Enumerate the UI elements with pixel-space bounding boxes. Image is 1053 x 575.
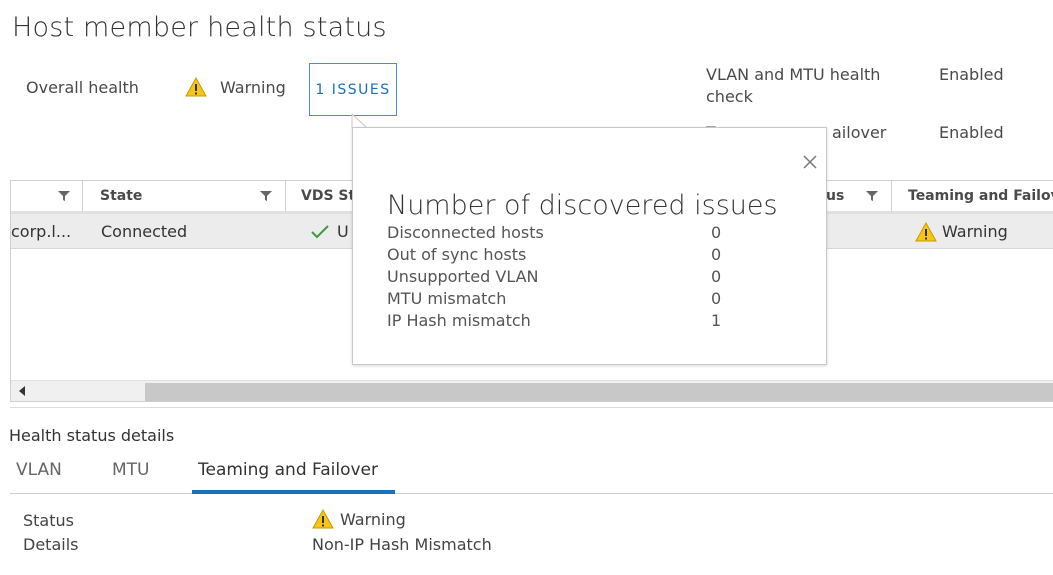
- issue-label: Disconnected hosts: [387, 223, 544, 242]
- column-header-teaming[interactable]: Teaming and Failov..: [908, 181, 1053, 211]
- issue-label: MTU mismatch: [387, 289, 507, 308]
- popover-title: Number of discovered issues: [387, 190, 778, 221]
- page-title: Host member health status: [12, 12, 387, 43]
- cell-state: Connected: [101, 222, 188, 241]
- section-divider: [10, 407, 1053, 408]
- checkmark-icon: [311, 224, 329, 238]
- vlan-mtu-check-label-line2: check: [706, 87, 753, 106]
- details-label: Details: [23, 535, 79, 554]
- overall-health-status: Warning: [220, 78, 286, 97]
- tab-teaming-failover[interactable]: Teaming and Failover: [198, 460, 378, 480]
- cell-teaming: Warning: [915, 214, 1008, 249]
- status-label: Status: [23, 511, 74, 530]
- filter-icon[interactable]: [260, 190, 272, 202]
- issue-label: Out of sync hosts: [387, 245, 527, 264]
- cell-teaming-text: Warning: [942, 222, 1008, 241]
- issue-value: 0: [711, 223, 722, 242]
- teaming-check-value: Enabled: [939, 123, 1004, 142]
- vlan-mtu-check-label: VLAN and MTU health: [706, 65, 881, 84]
- warning-triangle-icon: [915, 221, 937, 242]
- issue-label: IP Hash mismatch: [387, 311, 531, 330]
- cell-vds-status-text: U: [337, 222, 349, 241]
- column-header-status[interactable]: us: [826, 181, 844, 211]
- issue-value: 0: [711, 267, 722, 286]
- issues-popover: Number of discovered issues Disconnected…: [352, 127, 827, 365]
- scroll-left-arrow-icon[interactable]: [19, 386, 25, 396]
- column-separator[interactable]: [891, 181, 892, 211]
- column-separator[interactable]: [285, 181, 286, 211]
- filter-icon[interactable]: [866, 190, 878, 202]
- active-tab-indicator: [192, 490, 395, 494]
- issue-value: 0: [711, 289, 722, 308]
- tabs-baseline: [10, 493, 1053, 494]
- status-value-text: Warning: [340, 509, 406, 529]
- close-icon[interactable]: [802, 154, 818, 170]
- vlan-mtu-check-value: Enabled: [939, 65, 1004, 84]
- filter-icon[interactable]: [58, 190, 70, 202]
- issue-value: 0: [711, 245, 722, 264]
- warning-triangle-icon: [185, 77, 207, 97]
- warning-triangle-icon: [312, 509, 334, 529]
- horizontal-scrollbar[interactable]: [11, 380, 1053, 401]
- status-value: Warning: [312, 509, 406, 529]
- cell-host: corp.l...: [11, 222, 72, 241]
- issues-button[interactable]: 1 ISSUES: [309, 63, 397, 116]
- details-value: Non-IP Hash Mismatch: [312, 535, 492, 554]
- teaming-check-label-right: ailover: [832, 123, 887, 142]
- issue-label: Unsupported VLAN: [387, 267, 539, 286]
- column-separator[interactable]: [82, 181, 83, 211]
- health-status-details-title: Health status details: [9, 426, 175, 445]
- scrollbar-thumb[interactable]: [145, 383, 1053, 401]
- overall-health-label: Overall health: [26, 78, 139, 97]
- column-header-state[interactable]: State: [100, 181, 142, 211]
- tab-vlan[interactable]: VLAN: [16, 460, 62, 480]
- issue-value: 1: [711, 311, 722, 330]
- tab-mtu[interactable]: MTU: [112, 460, 150, 480]
